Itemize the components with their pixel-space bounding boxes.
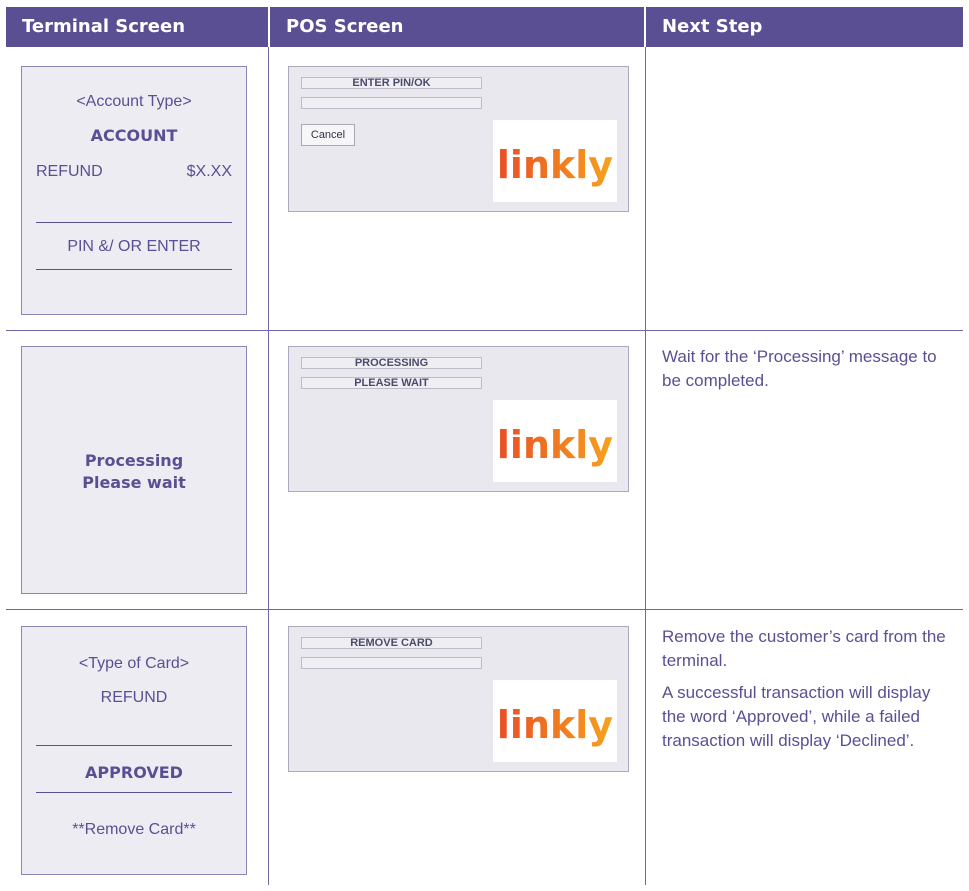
pos-prompt-field: REMOVE CARD [301,637,482,649]
next-step-text: A successful transaction will display th… [662,683,931,750]
pos-input-field[interactable] [301,97,482,109]
terminal-refund-label: REFUND [36,163,103,180]
header-terminal-screen: Terminal Screen [6,7,268,47]
terminal-account-label: ACCOUNT [90,126,178,145]
cancel-button[interactable]: Cancel [301,124,355,146]
pos-screen-1: ENTER PIN/OK Cancel linkly [288,66,629,212]
pos-input-field [301,657,482,669]
terminal-approved: APPROVED [85,763,183,782]
terminal-card-type: <Type of Card> [78,655,190,672]
next-step-text: Wait for the ‘Processing’ message to be … [662,347,937,390]
terminal-separator [36,222,232,223]
pos-message-field: PLEASE WAIT [301,377,482,389]
next-step-text: Remove the customer’s card from the term… [662,627,946,670]
svg-text:linkly: linkly [497,423,613,467]
terminal-refund: REFUND [100,689,168,706]
terminal-separator [36,745,232,746]
pos-screen-3: REMOVE CARD linkly [288,626,629,772]
terminal-separator [36,792,232,793]
terminal-amount: $X.XX [186,163,232,180]
row-divider-1 [6,330,963,331]
column-divider-2 [645,47,646,885]
terminal-screen-3: <Type of Card> REFUND APPROVED **Remove … [21,626,247,875]
pos-prompt-field: ENTER PIN/OK [301,77,482,89]
next-step-3: Remove the customer’s card from the term… [662,625,952,753]
linkly-logo: linkly [493,400,617,482]
svg-text:linkly: linkly [497,703,613,747]
terminal-please-wait: Please wait [82,473,186,492]
terminal-account-type: <Account Type> [76,93,192,110]
terminal-pin-prompt: PIN &/ OR ENTER [67,238,201,255]
row-divider-2 [6,609,963,610]
header-next-step: Next Step [646,7,963,47]
next-step-2: Wait for the ‘Processing’ message to be … [662,345,952,393]
terminal-screen-1: <Account Type> ACCOUNT REFUND $X.XX PIN … [21,66,247,315]
pos-screen-2: PROCESSING PLEASE WAIT linkly [288,346,629,492]
column-divider-1 [268,47,269,885]
linkly-logo: linkly [493,120,617,202]
terminal-separator [36,269,232,270]
svg-text:linkly: linkly [497,143,613,187]
terminal-processing: Processing [84,451,184,470]
terminal-screen-2: Processing Please wait [21,346,247,594]
terminal-remove-card: **Remove Card** [72,821,196,838]
header-pos-screen: POS Screen [270,7,644,47]
pos-prompt-field: PROCESSING [301,357,482,369]
linkly-logo: linkly [493,680,617,762]
